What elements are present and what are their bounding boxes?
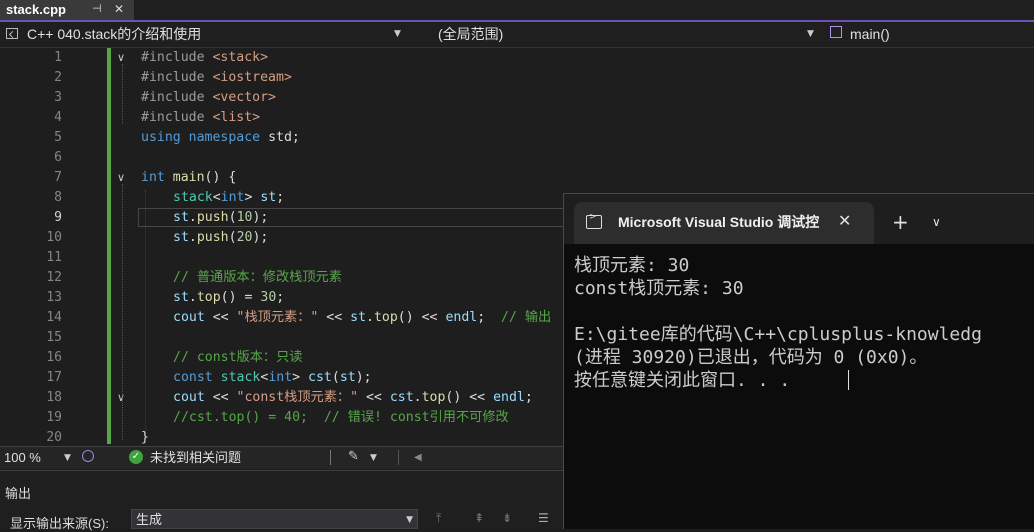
line-number: 2	[54, 70, 62, 85]
console-titlebar: Microsoft Visual Studio 调试控 ✕ + ∨	[564, 194, 1034, 244]
chevron-down-icon[interactable]: ▼	[64, 449, 71, 467]
issues-status[interactable]: 未找到相关问题	[150, 449, 241, 467]
output-pane-title: 输出	[5, 486, 32, 501]
chevron-down-icon[interactable]: ∨	[932, 212, 941, 232]
project-name: C++ 040.stack的介绍和使用	[27, 26, 202, 42]
line-number: 12	[46, 270, 62, 285]
line-number: 8	[54, 190, 62, 205]
line-number: 4	[54, 110, 62, 125]
project-dropdown[interactable]: C++ 040.stack的介绍和使用 ▼	[0, 24, 408, 44]
code-line-3: #include <vector>	[141, 90, 277, 105]
clear-all-icon[interactable]: ☰	[538, 511, 549, 525]
scope-dropdown[interactable]: (全局范围) ▼	[414, 24, 820, 44]
line-number: 14	[46, 310, 62, 325]
chevron-down-icon: ▼	[807, 29, 814, 39]
chevron-down-icon[interactable]: ▼	[370, 449, 377, 467]
editor-status-row: 100 % ▼ ✓ 未找到相关问题 ✎ ▼ ◀	[0, 446, 563, 469]
code-line-18: cout << "const栈顶元素：" << cst.top() << end…	[173, 390, 533, 405]
code-line-1: #include <stack>	[141, 50, 269, 65]
document-tab-strip: stack.cpp ⊣ ✕	[0, 0, 1034, 22]
code-line-4: #include <list>	[141, 110, 261, 125]
console-output-line: (进程 30920)已退出，代码为 0 (0x0)。	[574, 347, 928, 368]
zoom-level-dropdown[interactable]: 100 %	[4, 449, 41, 467]
navigation-bar: C++ 040.stack的介绍和使用 ▼ (全局范围) ▼ main()	[0, 22, 1034, 48]
line-number: 3	[54, 90, 62, 105]
line-number: 19	[46, 410, 62, 425]
console-output-line: 按任意键关闭此窗口. . .	[574, 370, 791, 391]
chevron-down-icon: ▼	[394, 29, 401, 39]
output-source-dropdown[interactable]: 生成 ▼	[131, 509, 418, 529]
code-line-19: //cst.top() = 40; // 错误! const引用不可修改	[173, 410, 509, 425]
line-number: 11	[46, 250, 62, 265]
debug-console-window[interactable]: Microsoft Visual Studio 调试控 ✕ + ∨ 栈顶元素: …	[563, 193, 1034, 529]
code-line-9: st.push(10);	[173, 210, 269, 225]
code-line-2: #include <iostream>	[141, 70, 292, 85]
close-icon[interactable]: ✕	[838, 211, 851, 231]
line-number: 18	[46, 390, 62, 405]
copilot-icon[interactable]	[82, 450, 94, 462]
next-message-icon[interactable]: ⇟	[502, 511, 512, 525]
text-cursor	[848, 370, 849, 390]
function-block-guide	[122, 184, 123, 440]
console-output-line: const栈顶元素: 30	[574, 278, 744, 299]
chevron-down-icon: ▼	[406, 515, 413, 525]
line-number: 6	[54, 150, 62, 165]
code-line-10: st.push(20);	[173, 230, 269, 245]
line-number: 5	[54, 130, 62, 145]
line-number: 1	[54, 50, 62, 65]
line-number: 13	[46, 290, 62, 305]
code-line-13: st.top() = 30;	[173, 290, 285, 305]
terminal-icon	[586, 212, 602, 229]
member-dropdown[interactable]: main()	[826, 24, 1034, 44]
code-line-7: int main() {	[141, 170, 237, 185]
output-source-label: 显示输出来源(S):	[10, 516, 109, 531]
code-line-8: stack<int> st;	[173, 190, 285, 205]
change-tracking-bar	[107, 48, 111, 444]
line-number: 20	[46, 430, 62, 445]
tab-stack-cpp[interactable]: stack.cpp ⊣ ✕	[0, 0, 134, 20]
line-number: 16	[46, 350, 62, 365]
line-number: 17	[46, 370, 62, 385]
check-circle-icon: ✓	[129, 450, 143, 464]
divider	[330, 450, 331, 465]
prev-message-icon[interactable]: ⇞	[474, 511, 484, 525]
line-number: 10	[46, 230, 62, 245]
console-tab-title: Microsoft Visual Studio 调试控	[618, 214, 820, 230]
tab-title: stack.cpp	[6, 2, 66, 17]
code-line-5: using namespace std;	[141, 130, 300, 145]
scope-name: (全局范围)	[438, 26, 504, 42]
member-name: main()	[850, 26, 890, 42]
code-line-20: }	[141, 430, 149, 445]
new-tab-icon[interactable]: +	[892, 210, 909, 234]
output-source-value: 生成	[136, 512, 163, 527]
code-line-12: // 普通版本：修改栈顶元素	[173, 270, 342, 285]
project-icon	[6, 28, 18, 39]
code-line-16: // const版本：只读	[173, 350, 303, 365]
method-icon	[830, 26, 842, 38]
scroll-left-icon[interactable]: ◀	[414, 449, 422, 467]
divider	[398, 450, 399, 465]
code-cleanup-icon[interactable]: ✎	[348, 448, 359, 466]
pin-icon[interactable]: ⊣	[92, 0, 102, 18]
line-number: 7	[54, 170, 62, 185]
find-message-icon[interactable]: ⤒	[436, 511, 441, 526]
line-number: 9	[54, 210, 62, 225]
close-icon[interactable]: ✕	[114, 0, 124, 18]
console-tab[interactable]: Microsoft Visual Studio 调试控 ✕	[574, 202, 874, 244]
output-pane: 输出 显示输出来源(S): 生成 ▼ ⤒ ⇞ ⇟ ☰	[0, 470, 563, 531]
code-line-17: const stack<int> cst(st);	[173, 370, 372, 385]
console-output-line: 栈顶元素: 30	[574, 255, 690, 276]
console-output-line: E:\gitee库的代码\C++\cplusplus-knowledg	[574, 324, 982, 345]
include-block-guide	[122, 64, 123, 124]
code-line-14: cout << "栈顶元素：" << st.top() << endl; // …	[173, 310, 552, 325]
line-number: 15	[46, 330, 62, 345]
